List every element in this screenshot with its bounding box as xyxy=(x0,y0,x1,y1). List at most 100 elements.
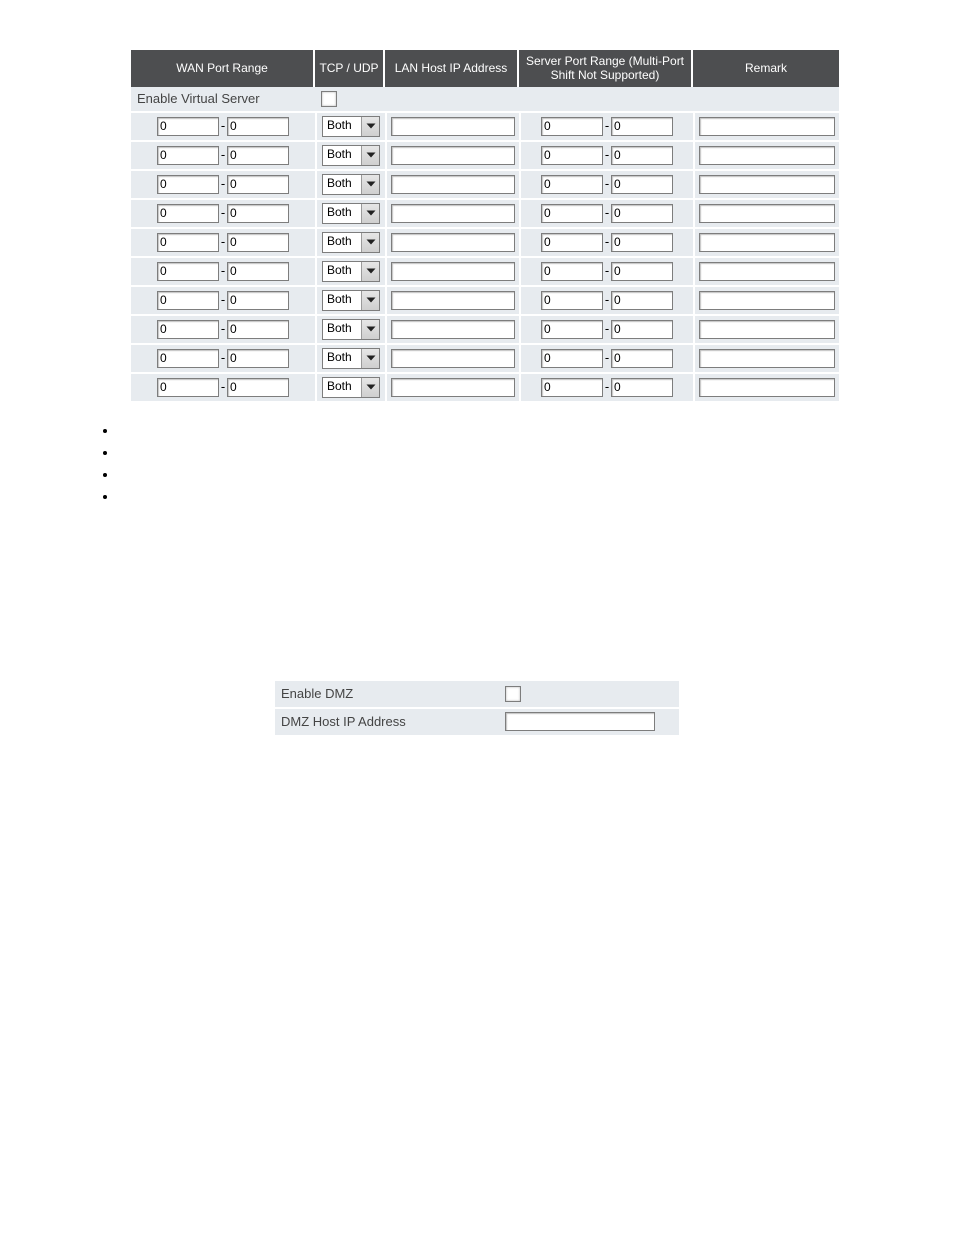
dash: - xyxy=(603,321,611,336)
server-port-from-input[interactable] xyxy=(541,378,603,397)
lan-ip-input[interactable] xyxy=(391,117,515,136)
wan-port-to-input[interactable] xyxy=(227,146,289,165)
protocol-value: Both xyxy=(323,146,361,165)
wan-port-to-input[interactable] xyxy=(227,175,289,194)
server-port-to-input[interactable] xyxy=(611,175,673,194)
chevron-down-icon xyxy=(361,233,379,252)
server-port-from-input[interactable] xyxy=(541,349,603,368)
server-port-to-input[interactable] xyxy=(611,262,673,281)
server-port-from-input[interactable] xyxy=(541,146,603,165)
wan-port-from-input[interactable] xyxy=(157,117,219,136)
server-port-from-input[interactable] xyxy=(541,117,603,136)
chevron-down-icon xyxy=(361,349,379,368)
wan-port-from-input[interactable] xyxy=(157,175,219,194)
wan-port-from-input[interactable] xyxy=(157,291,219,310)
remark-input[interactable] xyxy=(699,349,835,368)
server-port-to-input[interactable] xyxy=(611,204,673,223)
lan-ip-input[interactable] xyxy=(391,175,515,194)
protocol-select[interactable]: Both xyxy=(322,377,380,398)
server-port-from-input[interactable] xyxy=(541,320,603,339)
remark-input[interactable] xyxy=(699,175,835,194)
dash: - xyxy=(219,205,227,220)
server-port-to-input[interactable] xyxy=(611,320,673,339)
wan-port-from-input[interactable] xyxy=(157,262,219,281)
wan-port-to-input[interactable] xyxy=(227,378,289,397)
remark-input[interactable] xyxy=(699,320,835,339)
protocol-select[interactable]: Both xyxy=(322,290,380,311)
server-port-to-input[interactable] xyxy=(611,117,673,136)
lan-ip-input[interactable] xyxy=(391,262,515,281)
dash: - xyxy=(603,292,611,307)
protocol-select[interactable]: Both xyxy=(322,145,380,166)
server-port-from-input[interactable] xyxy=(541,175,603,194)
protocol-select[interactable]: Both xyxy=(322,203,380,224)
remark-input[interactable] xyxy=(699,291,835,310)
protocol-select[interactable]: Both xyxy=(322,116,380,137)
remark-input[interactable] xyxy=(699,146,835,165)
table-row: -Both- xyxy=(131,198,839,227)
protocol-select[interactable]: Both xyxy=(322,261,380,282)
server-port-from-input[interactable] xyxy=(541,291,603,310)
server-port-from-input[interactable] xyxy=(541,233,603,252)
dash: - xyxy=(219,350,227,365)
table-row: -Both- xyxy=(131,169,839,198)
server-port-to-input[interactable] xyxy=(611,233,673,252)
dmz-ip-input[interactable] xyxy=(505,712,655,731)
lan-ip-input[interactable] xyxy=(391,378,515,397)
wan-port-to-input[interactable] xyxy=(227,262,289,281)
bullet-item xyxy=(118,445,954,467)
protocol-value: Both xyxy=(323,320,361,339)
col-protocol: TCP / UDP xyxy=(315,50,385,87)
table-row: -Both- xyxy=(131,314,839,343)
server-port-from-input[interactable] xyxy=(541,262,603,281)
wan-port-from-input[interactable] xyxy=(157,378,219,397)
remark-input[interactable] xyxy=(699,117,835,136)
dash: - xyxy=(219,263,227,278)
dash: - xyxy=(603,263,611,278)
remark-input[interactable] xyxy=(699,204,835,223)
lan-ip-input[interactable] xyxy=(391,291,515,310)
server-port-to-input[interactable] xyxy=(611,291,673,310)
protocol-value: Both xyxy=(323,291,361,310)
dash: - xyxy=(219,147,227,162)
bullet-list xyxy=(98,423,954,511)
server-port-from-input[interactable] xyxy=(541,204,603,223)
chevron-down-icon xyxy=(361,175,379,194)
wan-port-to-input[interactable] xyxy=(227,233,289,252)
dash: - xyxy=(603,379,611,394)
chevron-down-icon xyxy=(361,378,379,397)
bullet-item xyxy=(118,423,954,445)
protocol-select[interactable]: Both xyxy=(322,348,380,369)
wan-port-from-input[interactable] xyxy=(157,146,219,165)
lan-ip-input[interactable] xyxy=(391,204,515,223)
wan-port-from-input[interactable] xyxy=(157,320,219,339)
wan-port-from-input[interactable] xyxy=(157,233,219,252)
wan-port-to-input[interactable] xyxy=(227,204,289,223)
wan-port-from-input[interactable] xyxy=(157,349,219,368)
enable-dmz-checkbox[interactable] xyxy=(505,686,521,702)
wan-port-from-input[interactable] xyxy=(157,204,219,223)
lan-ip-input[interactable] xyxy=(391,349,515,368)
wan-port-to-input[interactable] xyxy=(227,291,289,310)
protocol-select[interactable]: Both xyxy=(322,232,380,253)
protocol-select[interactable]: Both xyxy=(322,174,380,195)
wan-port-to-input[interactable] xyxy=(227,320,289,339)
wan-port-to-input[interactable] xyxy=(227,349,289,368)
table-row: - Both - xyxy=(131,256,839,285)
enable-vs-checkbox[interactable] xyxy=(321,91,337,107)
table-row: -Both- xyxy=(131,285,839,314)
remark-input[interactable] xyxy=(699,262,835,281)
protocol-select[interactable]: Both xyxy=(322,319,380,340)
dash: - xyxy=(219,234,227,249)
lan-ip-input[interactable] xyxy=(391,233,515,252)
server-port-to-input[interactable] xyxy=(611,378,673,397)
remark-input[interactable] xyxy=(699,233,835,252)
table-row: -Both- xyxy=(131,140,839,169)
protocol-value: Both xyxy=(323,349,361,368)
server-port-to-input[interactable] xyxy=(611,349,673,368)
lan-ip-input[interactable] xyxy=(391,320,515,339)
wan-port-to-input[interactable] xyxy=(227,117,289,136)
server-port-to-input[interactable] xyxy=(611,146,673,165)
lan-ip-input[interactable] xyxy=(391,146,515,165)
remark-input[interactable] xyxy=(699,378,835,397)
